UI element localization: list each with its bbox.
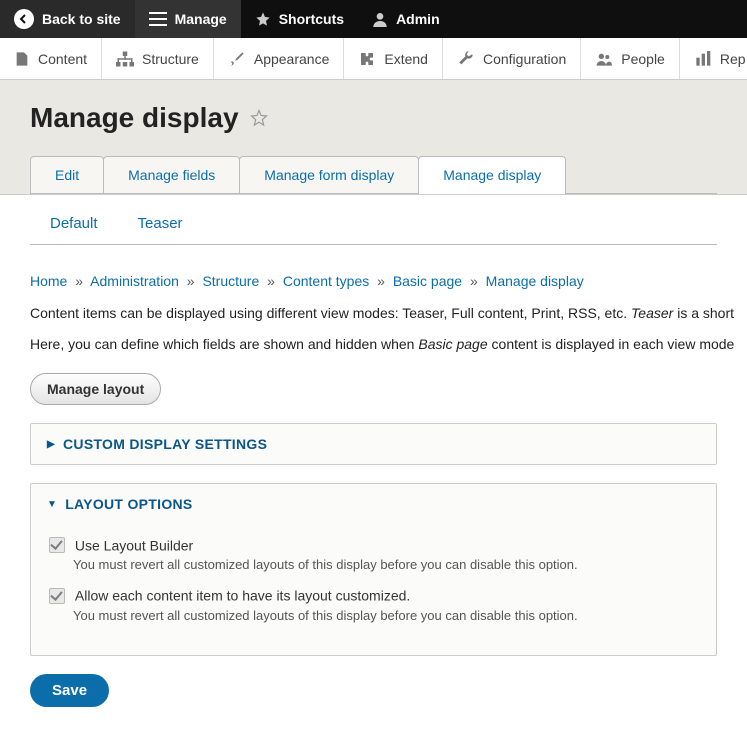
paint-icon xyxy=(228,51,246,67)
help-text-1-b: is a short xyxy=(673,305,734,321)
manage-layout-button[interactable]: Manage layout xyxy=(30,373,161,405)
toolbar-manage[interactable]: Manage xyxy=(135,0,241,38)
breadcrumb-sep: » xyxy=(71,273,87,289)
help-text-1: Content items can be displayed using dif… xyxy=(30,303,717,324)
admin-menu-structure[interactable]: Structure xyxy=(102,38,214,79)
admin-menu: Content Structure Appearance Extend Conf… xyxy=(0,38,747,80)
breadcrumb-home[interactable]: Home xyxy=(30,273,67,289)
secondary-tabs: Default Teaser xyxy=(30,213,717,245)
admin-menu-configuration[interactable]: Configuration xyxy=(443,38,581,79)
use-layout-builder-label: Use Layout Builder xyxy=(75,537,193,553)
admin-menu-appearance[interactable]: Appearance xyxy=(214,38,345,79)
help-text-2-em: Basic page xyxy=(418,336,487,352)
breadcrumb-sep: » xyxy=(263,273,279,289)
subtab-teaser[interactable]: Teaser xyxy=(138,213,183,234)
page-title: Manage display xyxy=(30,102,717,134)
admin-menu-extend-label: Extend xyxy=(384,51,428,67)
breadcrumb-admin[interactable]: Administration xyxy=(90,273,179,289)
triangle-down-icon: ▼ xyxy=(47,499,57,510)
toolbar-back-to-site[interactable]: Back to site xyxy=(0,0,135,38)
use-layout-builder-checkbox[interactable] xyxy=(49,537,65,553)
use-layout-builder-description: You must revert all customized layouts o… xyxy=(73,557,698,572)
toolbar-admin-label: Admin xyxy=(396,11,440,27)
admin-menu-appearance-label: Appearance xyxy=(254,51,330,67)
tab-manage-fields[interactable]: Manage fields xyxy=(103,156,240,193)
tab-edit[interactable]: Edit xyxy=(30,156,104,193)
bar-chart-icon xyxy=(694,51,712,67)
breadcrumb-content-types[interactable]: Content types xyxy=(283,273,369,289)
custom-display-settings-summary[interactable]: ▶ CUSTOM DISPLAY SETTINGS xyxy=(31,424,716,464)
save-button[interactable]: Save xyxy=(30,674,109,707)
file-icon xyxy=(14,51,30,67)
star-outline-icon[interactable] xyxy=(249,108,269,128)
puzzle-icon xyxy=(358,51,376,67)
admin-menu-people[interactable]: People xyxy=(581,38,680,79)
hamburger-icon xyxy=(149,12,167,26)
breadcrumb-sep: » xyxy=(466,273,482,289)
layout-options-details: ▼ LAYOUT OPTIONS Use Layout Builder You … xyxy=(30,483,717,656)
breadcrumb: Home » Administration » Structure » Cont… xyxy=(30,273,717,289)
toolbar-shortcuts[interactable]: Shortcuts xyxy=(241,0,358,38)
primary-tabs: Edit Manage fields Manage form display M… xyxy=(30,156,717,194)
toolbar-shortcuts-label: Shortcuts xyxy=(279,11,344,27)
people-icon xyxy=(595,51,613,67)
admin-menu-reports-label: Rep xyxy=(720,51,746,67)
help-text-2-a: Here, you can define which fields are sh… xyxy=(30,336,418,352)
wrench-icon xyxy=(457,51,475,67)
admin-menu-extend[interactable]: Extend xyxy=(344,38,443,79)
breadcrumb-basic-page[interactable]: Basic page xyxy=(393,273,462,289)
toolbar-back-label: Back to site xyxy=(42,11,121,27)
allow-custom-layout-checkbox[interactable] xyxy=(49,588,65,604)
help-text-2: Here, you can define which fields are sh… xyxy=(30,334,717,355)
toolbar: Back to site Manage Shortcuts Admin xyxy=(0,0,747,38)
custom-display-settings-label: CUSTOM DISPLAY SETTINGS xyxy=(63,436,267,452)
custom-display-settings-details: ▶ CUSTOM DISPLAY SETTINGS xyxy=(30,423,717,465)
breadcrumb-sep: » xyxy=(373,273,389,289)
allow-custom-layout-label: Allow each content item to have its layo… xyxy=(75,588,410,604)
help-text-1-a: Content items can be displayed using dif… xyxy=(30,305,631,321)
help-text-1-em: Teaser xyxy=(631,305,673,321)
admin-menu-configuration-label: Configuration xyxy=(483,51,566,67)
toolbar-admin[interactable]: Admin xyxy=(358,0,454,38)
admin-menu-content[interactable]: Content xyxy=(0,38,102,79)
layout-options-summary[interactable]: ▼ LAYOUT OPTIONS xyxy=(31,484,716,524)
page-title-text: Manage display xyxy=(30,102,239,134)
admin-menu-structure-label: Structure xyxy=(142,51,199,67)
admin-menu-people-label: People xyxy=(621,51,665,67)
admin-menu-reports[interactable]: Rep xyxy=(680,38,747,79)
allow-custom-layout-description: You must revert all customized layouts o… xyxy=(73,608,698,623)
breadcrumb-manage-display[interactable]: Manage display xyxy=(486,273,584,289)
layout-options-label: LAYOUT OPTIONS xyxy=(65,496,192,512)
breadcrumb-structure[interactable]: Structure xyxy=(202,273,259,289)
back-arrow-icon xyxy=(14,9,34,29)
tab-manage-form-display[interactable]: Manage form display xyxy=(239,156,419,193)
toolbar-manage-label: Manage xyxy=(175,11,227,27)
tab-manage-display[interactable]: Manage display xyxy=(418,156,566,193)
star-icon xyxy=(255,11,271,27)
breadcrumb-sep: » xyxy=(183,273,199,289)
admin-menu-content-label: Content xyxy=(38,51,87,67)
structure-icon xyxy=(116,51,134,67)
user-icon xyxy=(372,11,388,27)
help-text-2-b: content is displayed in each view mode xyxy=(488,336,735,352)
triangle-right-icon: ▶ xyxy=(47,439,55,450)
subtab-default[interactable]: Default xyxy=(50,213,98,234)
